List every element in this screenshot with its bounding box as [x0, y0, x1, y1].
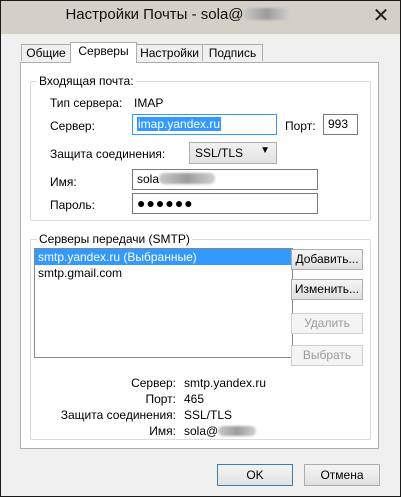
title-bar: Настройки Почты - sola@ ✕ — [1, 1, 400, 34]
tab-servers[interactable]: Серверы — [70, 42, 137, 63]
add-smtp-button[interactable]: Добавить... — [291, 249, 363, 270]
cancel-button[interactable]: Отмена — [304, 464, 380, 486]
smtp-caption: Серверы передачи (SMTP) — [37, 232, 192, 246]
server-input[interactable]: imap.yandex.ru — [132, 114, 277, 135]
username-input-value: sola — [137, 172, 160, 186]
close-icon: ✕ — [372, 5, 390, 27]
smtp-server-value: smtp.yandex.ru — [184, 376, 267, 390]
redacted-email-blur — [243, 8, 290, 20]
edit-smtp-button[interactable]: Изменить... — [291, 279, 363, 300]
server-type-value: IMAP — [134, 96, 164, 110]
redacted-username-blur — [159, 173, 216, 184]
username-label: Имя: — [50, 175, 77, 189]
security-select-value: SSL/TLS — [195, 146, 244, 160]
close-button[interactable]: ✕ — [368, 5, 394, 29]
server-label: Сервер: — [50, 119, 95, 133]
password-label: Пароль: — [50, 198, 95, 212]
password-input-value: ●●●●●● — [137, 195, 194, 211]
smtp-group: Серверы передачи (SMTP) smtp.yandex.ru (… — [30, 232, 371, 440]
smtp-security-value: SSL/TLS — [184, 408, 233, 422]
server-input-value: imap.yandex.ru — [137, 117, 222, 131]
list-item[interactable]: smtp.yandex.ru (Выбранные) — [35, 249, 292, 265]
smtp-username-text: sola@ — [184, 424, 219, 438]
redacted-smtp-username-blur — [218, 426, 257, 436]
smtp-port-label: Порт: — [145, 392, 176, 406]
smtp-port-value: 465 — [184, 392, 205, 406]
tab-signature[interactable]: Подпись — [202, 44, 263, 61]
username-input[interactable]: sola — [132, 169, 318, 190]
smtp-server-label: Сервер: — [131, 376, 176, 390]
delete-smtp-button[interactable]: Удалить — [291, 313, 363, 334]
select-smtp-button[interactable]: Выбрать — [291, 345, 363, 366]
servers-panel: Входящая почта: Тип сервера: IMAP Сервер… — [20, 62, 379, 449]
security-select[interactable]: SSL/TLS ▼ — [189, 142, 277, 164]
list-item[interactable]: smtp.gmail.com — [35, 265, 292, 281]
security-label: Защита соединения: — [50, 147, 166, 161]
port-label: Порт: — [285, 119, 316, 133]
chevron-down-icon: ▼ — [260, 145, 270, 156]
tab-general[interactable]: Общие — [21, 44, 71, 61]
incoming-mail-group: Входящая почта: Тип сервера: IMAP Сервер… — [30, 74, 371, 221]
port-input[interactable]: 993 — [323, 114, 358, 135]
smtp-username-value: sola@ — [184, 424, 257, 438]
smtp-security-label: Защита соединения: — [60, 408, 176, 422]
ok-button[interactable]: OK — [217, 464, 293, 486]
mail-settings-window: Настройки Почты - sola@ ✕ Общие Серверы … — [0, 0, 401, 497]
password-input[interactable]: ●●●●●● — [132, 193, 318, 214]
window-title-text: Настройки Почты - sola@ — [65, 6, 244, 23]
smtp-server-list[interactable]: smtp.yandex.ru (Выбранные) smtp.gmail.co… — [34, 248, 293, 358]
incoming-mail-caption: Входящая почта: — [37, 74, 136, 88]
tab-settings[interactable]: Настройки — [136, 44, 203, 61]
server-type-label: Тип сервера: — [50, 96, 123, 110]
window-title: Настройки Почты - sola@ — [1, 6, 354, 23]
smtp-username-label: Имя: — [149, 424, 176, 438]
